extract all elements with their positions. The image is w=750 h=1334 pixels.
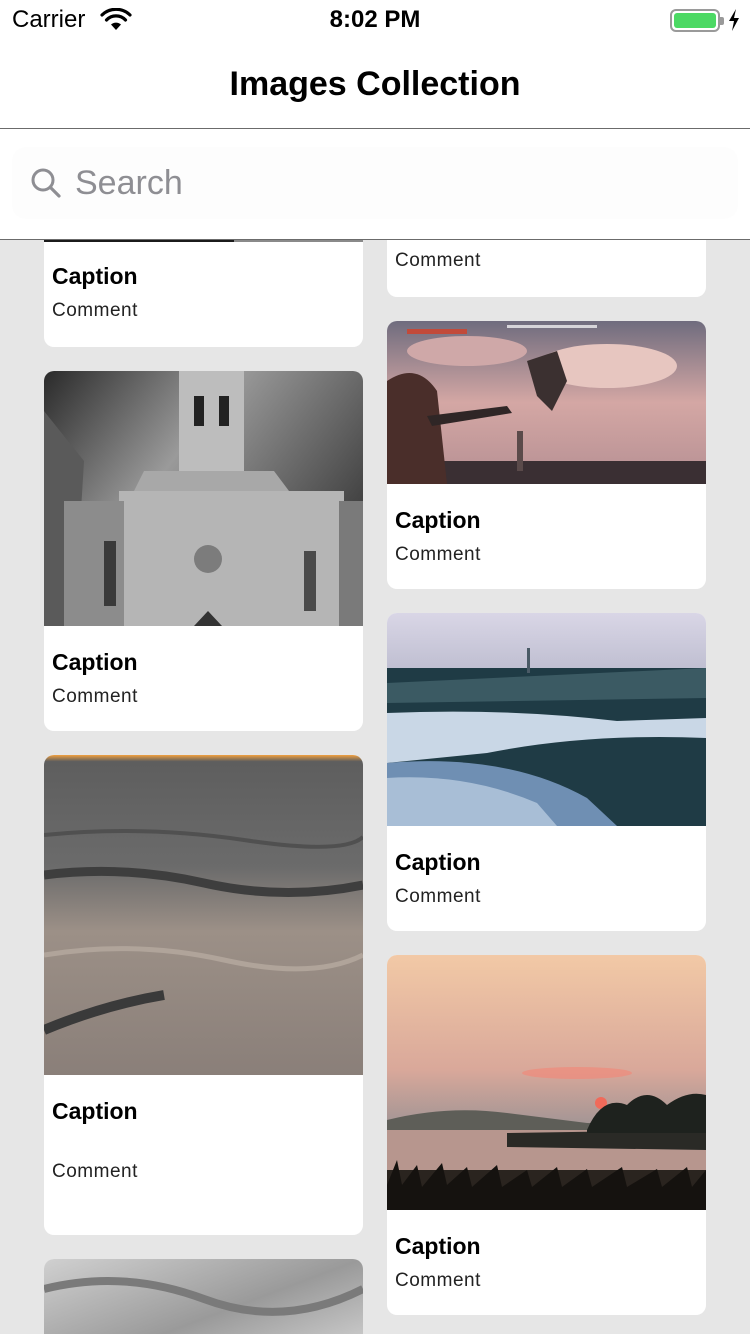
- image-card[interactable]: Caption Comment: [44, 371, 363, 731]
- search-field[interactable]: [12, 147, 738, 219]
- search-bar: [0, 129, 750, 240]
- card-comment: Comment: [52, 300, 138, 321]
- card-comment: Comment: [395, 1270, 481, 1291]
- image-card[interactable]: [44, 1259, 363, 1334]
- card-comment: Comment: [52, 686, 138, 707]
- card-image: [387, 613, 706, 826]
- card-image: [44, 240, 363, 242]
- card-comment: Comment: [395, 886, 481, 907]
- search-input[interactable]: [75, 157, 715, 209]
- image-card[interactable]: Comment: [387, 240, 706, 297]
- image-card[interactable]: Caption Comment: [387, 613, 706, 931]
- card-comment: Comment: [52, 1161, 138, 1182]
- card-image: [387, 321, 706, 484]
- charging-bolt-icon: [729, 9, 739, 31]
- card-caption: Caption: [52, 263, 138, 289]
- card-comment: Comment: [395, 544, 481, 565]
- card-caption: Caption: [395, 849, 481, 875]
- status-time: 8:02 PM: [329, 6, 421, 33]
- page-title: Images Collection: [229, 65, 521, 103]
- card-image: [44, 755, 363, 1075]
- status-bar: Carrier 8:02 PM: [0, 0, 750, 40]
- image-card[interactable]: Caption Comment: [387, 321, 706, 589]
- card-image: [387, 955, 706, 1210]
- card-caption: Caption: [52, 649, 138, 675]
- image-card[interactable]: Caption Comment: [387, 955, 706, 1315]
- navigation-bar: Images Collection: [0, 40, 750, 129]
- card-caption: Caption: [52, 1098, 138, 1124]
- image-collection[interactable]: Caption Comment Caption Comment Caption …: [0, 240, 750, 1334]
- card-caption: Caption: [395, 507, 481, 533]
- image-card[interactable]: Caption Comment: [44, 240, 363, 347]
- card-image: [44, 371, 363, 626]
- image-card[interactable]: Caption Comment: [44, 755, 363, 1235]
- card-image: [44, 1259, 363, 1334]
- battery-icon: [670, 9, 724, 32]
- search-icon: [31, 168, 61, 198]
- card-caption: Caption: [395, 1233, 481, 1259]
- card-comment: Comment: [395, 250, 481, 271]
